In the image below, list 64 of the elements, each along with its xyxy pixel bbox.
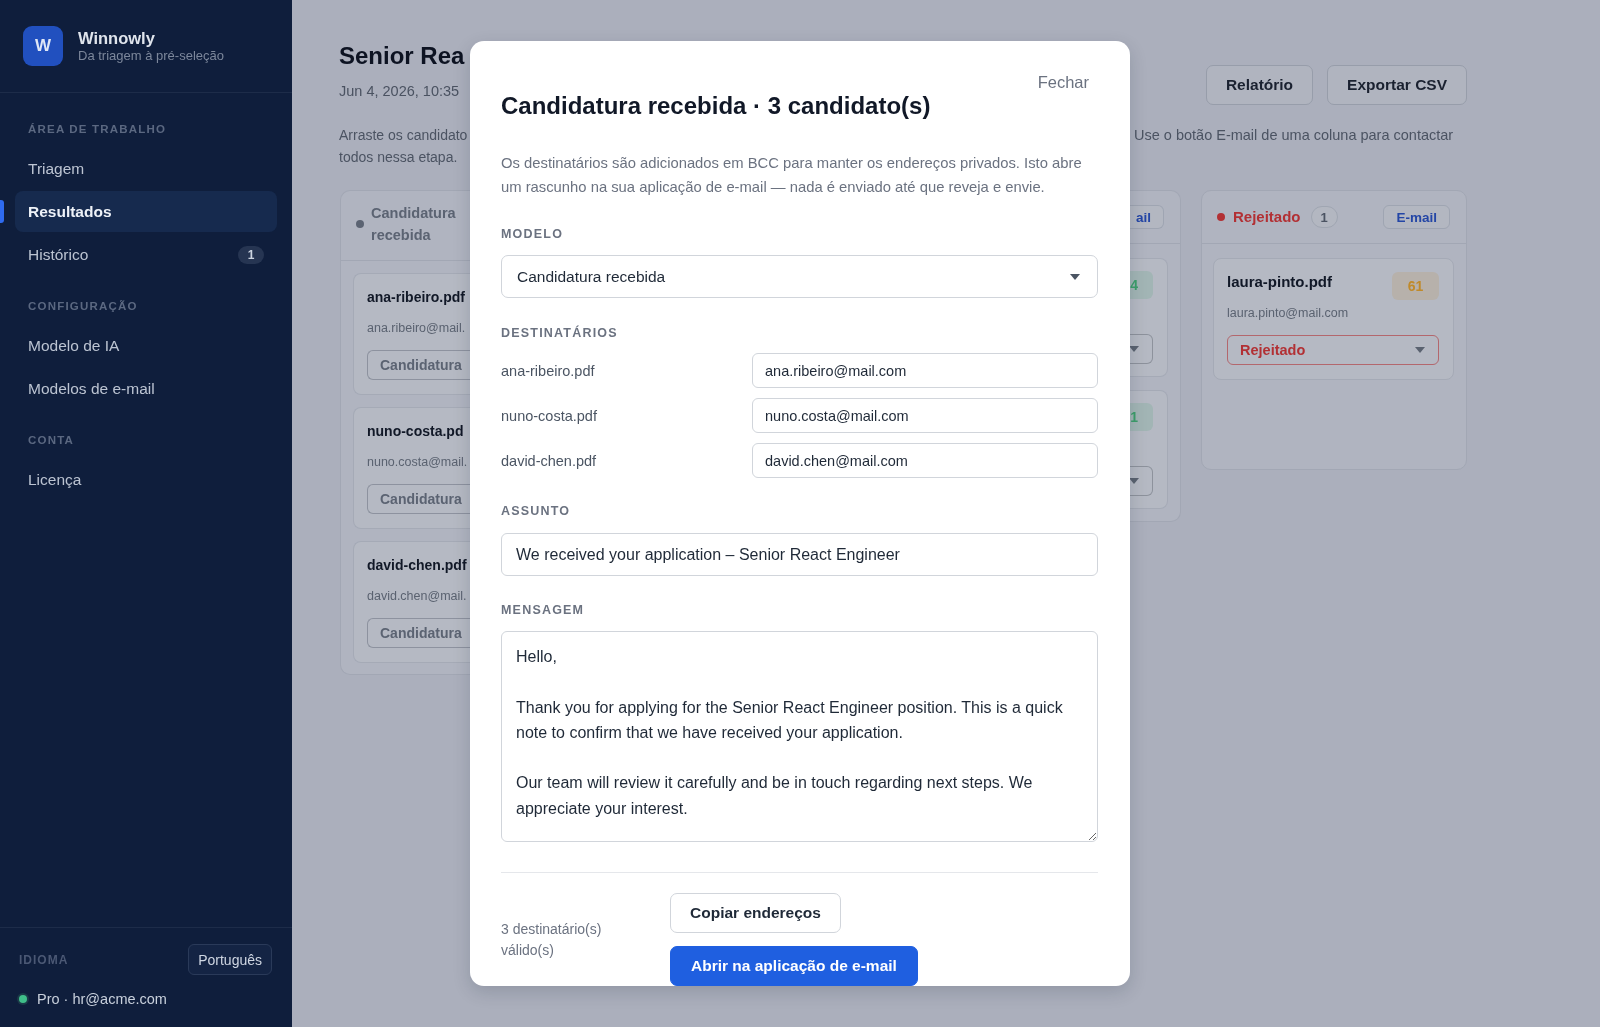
nav-item[interactable]: Licença bbox=[15, 459, 277, 500]
field-label: MENSAGEM bbox=[501, 602, 586, 618]
candidate-email: nuno.costa@mail. bbox=[367, 454, 469, 471]
status-select[interactable] bbox=[1130, 466, 1153, 496]
page-description: Arraste os candidato bbox=[339, 126, 469, 145]
page-date: Jun 4, 2026, 10:35 bbox=[339, 82, 461, 101]
candidate-email: laura.pinto@mail.com bbox=[1227, 305, 1350, 322]
candidate-email: david.chen@mail. bbox=[367, 588, 468, 605]
nav-item[interactable]: Histórico 1 bbox=[15, 234, 277, 275]
nav-item[interactable]: Modelos de e-mail bbox=[15, 368, 277, 409]
section-heading: IDIOMA bbox=[19, 952, 69, 967]
email-field[interactable]: david.chen@mail.com bbox=[752, 443, 1098, 478]
caret-icon bbox=[1415, 347, 1425, 353]
close-button[interactable]: Fechar bbox=[1037, 72, 1089, 92]
field-label: ASSUNTO bbox=[501, 503, 572, 519]
section-heading: ÁREA DE TRABALHO bbox=[27, 122, 168, 137]
email-field[interactable]: ana.ribeiro@mail.com bbox=[752, 353, 1098, 388]
copy-button[interactable]: Copiar endereços bbox=[670, 893, 841, 933]
page-description: todos nessa etapa. bbox=[339, 148, 459, 167]
file-name: laura-pinto.pdf bbox=[1227, 272, 1332, 292]
score-badge: 4 bbox=[1130, 271, 1153, 299]
recipient-file: ana-ribeiro.pdf bbox=[501, 362, 596, 379]
dialog-title: Candidatura recebida · 3 candidato(s) bbox=[501, 91, 932, 121]
nav-item[interactable]: Modelo de IA bbox=[15, 325, 277, 366]
email-button[interactable]: ail bbox=[1130, 205, 1164, 229]
page-description: Use o botão E-mail de uma coluna para contactar bbox=[1134, 126, 1455, 145]
recipient-count: 3 destinatário(s) válido(s) bbox=[501, 919, 603, 960]
email-field[interactable]: nuno.costa@mail.com bbox=[752, 398, 1098, 433]
column-title: Rejeitado bbox=[1233, 207, 1301, 227]
template-select[interactable]: Candidatura recebida bbox=[501, 255, 1098, 298]
file-name: ana-ribeiro.pdf bbox=[367, 288, 465, 307]
column-title: Candidatura recebida bbox=[371, 204, 457, 245]
app-logo: W bbox=[23, 26, 63, 66]
app-name: Winnowly bbox=[78, 28, 156, 48]
candidate-email: ana.ribeiro@mail. bbox=[367, 320, 467, 337]
language-button[interactable]: Português bbox=[188, 944, 272, 975]
section-heading: CONTA bbox=[27, 433, 76, 448]
count-badge: 1 bbox=[1310, 206, 1338, 228]
dialog-note: Os destinatários são adicionados em BCC para manter os endereços privados. Isto abre um rascunho na sua aplicação de e-mail — nada é enviado até que reveja e envie. bbox=[501, 154, 1083, 197]
message-field[interactable]: Hello, Thank you for applying for the Senior React Engineer position. This is a quick note to confirm that we have received your application. Our team will review it carefully and be in touch regarding next steps. We appreciate your interest. bbox=[501, 631, 1098, 842]
score-badge: 1 bbox=[1130, 403, 1153, 431]
caret-icon bbox=[1129, 346, 1139, 352]
page-title: Senior Rea bbox=[339, 41, 465, 71]
field-label: DESTINATÁRIOS bbox=[501, 325, 619, 341]
subject-field[interactable]: We received your application – Senior React Engineer bbox=[501, 533, 1098, 576]
section-heading: CONFIGURAÇÃO bbox=[27, 299, 139, 314]
caret-icon bbox=[1070, 273, 1080, 280]
open-email-button[interactable]: Abrir na aplicação de e-mail bbox=[670, 946, 918, 986]
recipient-file: david-chen.pdf bbox=[501, 452, 598, 469]
field-label: MODELO bbox=[501, 226, 565, 242]
action-button[interactable]: Exportar CSV bbox=[1327, 65, 1467, 105]
recipient-file: nuno-costa.pdf bbox=[501, 407, 598, 424]
status-select[interactable] bbox=[1130, 334, 1153, 364]
email-button[interactable]: E-mail bbox=[1383, 205, 1450, 229]
nav-item[interactable]: Triagem bbox=[15, 148, 277, 189]
action-button[interactable]: Relatório bbox=[1205, 65, 1314, 105]
count-badge: 1 bbox=[238, 245, 264, 264]
score-badge: 61 bbox=[1392, 272, 1439, 300]
selection-bar bbox=[0, 200, 4, 223]
app-tagline: Da triagem à pré-seleção bbox=[78, 47, 224, 64]
file-name: nuno-costa.pd bbox=[367, 422, 464, 441]
account-text: Pro · hr@acme.com bbox=[37, 990, 167, 1009]
file-name: david-chen.pdf bbox=[367, 556, 467, 575]
caret-icon bbox=[1129, 478, 1139, 484]
